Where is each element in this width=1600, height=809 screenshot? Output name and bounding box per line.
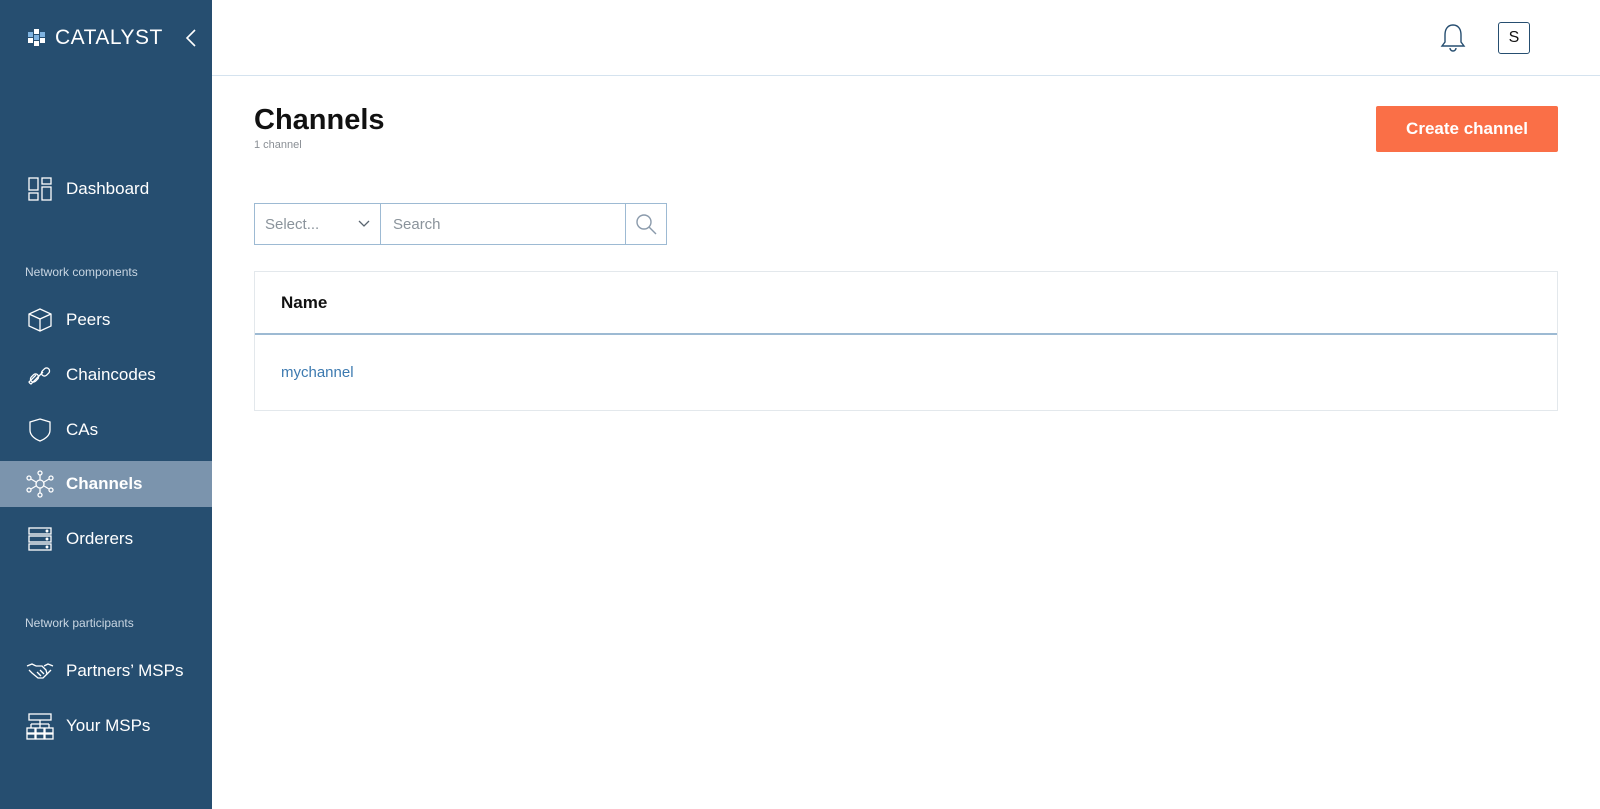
table-row[interactable]: mychannel [255, 335, 1557, 410]
sidebar-item-dashboard[interactable]: Dashboard [0, 166, 212, 212]
server-icon [26, 525, 54, 553]
handshake-icon [26, 657, 54, 685]
sidebar-item-chaincodes[interactable]: Chaincodes [0, 352, 212, 398]
channels-table: Name mychannel [254, 271, 1558, 411]
channel-link[interactable]: mychannel [281, 364, 354, 381]
sidebar-item-label: Peers [66, 310, 111, 329]
channel-count: 1 channel [254, 139, 302, 151]
sidebar-item-label: Your MSPs [66, 716, 151, 735]
column-header-name[interactable]: Name [281, 293, 327, 313]
sidebar-item-orderers[interactable]: Orderers [0, 516, 212, 562]
collapse-sidebar-button[interactable] [180, 25, 202, 51]
sidebar: CATALYST Dashboard Network components Pe… [0, 0, 212, 809]
chevron-down-icon [358, 220, 370, 227]
sidebar-item-label: Orderers [66, 529, 134, 548]
create-channel-button[interactable]: Create channel [1376, 106, 1558, 152]
sidebar-item-channels[interactable]: Channels [0, 461, 212, 507]
filter-select[interactable]: Select... [255, 204, 381, 244]
filter-select-value: Select... [265, 215, 320, 233]
sidebar-item-your-msps[interactable]: Your MSPs [0, 703, 212, 749]
search-input[interactable] [381, 204, 626, 244]
network-icon [26, 470, 54, 498]
sidebar-item-label: Chaincodes [66, 365, 156, 384]
table-header: Name [255, 272, 1557, 335]
chevron-left-icon [185, 29, 196, 47]
sidebar-item-cas[interactable]: CAs [0, 407, 212, 453]
brand-name: CATALYST [55, 26, 163, 49]
search-icon [636, 214, 657, 235]
shield-icon [26, 416, 54, 444]
notifications-bell-icon[interactable] [1438, 22, 1468, 54]
sidebar-item-label: CAs [66, 420, 99, 439]
top-bar [212, 0, 1600, 76]
catalyst-logo-icon [28, 29, 45, 46]
sidebar-item-label: Dashboard [66, 179, 150, 198]
dashboard-icon [26, 175, 54, 203]
section-label-network-components: Network components [25, 265, 138, 279]
section-label-network-participants: Network participants [25, 616, 134, 630]
search-button[interactable] [626, 204, 666, 244]
hierarchy-icon [26, 712, 54, 740]
sidebar-item-peers[interactable]: Peers [0, 297, 212, 343]
sidebar-item-partners-msps[interactable]: Partners’ MSPs [0, 648, 212, 694]
sidebar-item-label: Channels [66, 474, 143, 493]
catalyst-logo[interactable]: CATALYST [27, 25, 163, 51]
sidebar-item-label: Partners’ MSPs [66, 661, 184, 680]
page-title: Channels [254, 104, 385, 136]
user-avatar[interactable]: S [1498, 22, 1530, 54]
filter-bar: Select... [254, 203, 667, 245]
cube-icon [26, 306, 54, 334]
link-icon [26, 361, 54, 389]
